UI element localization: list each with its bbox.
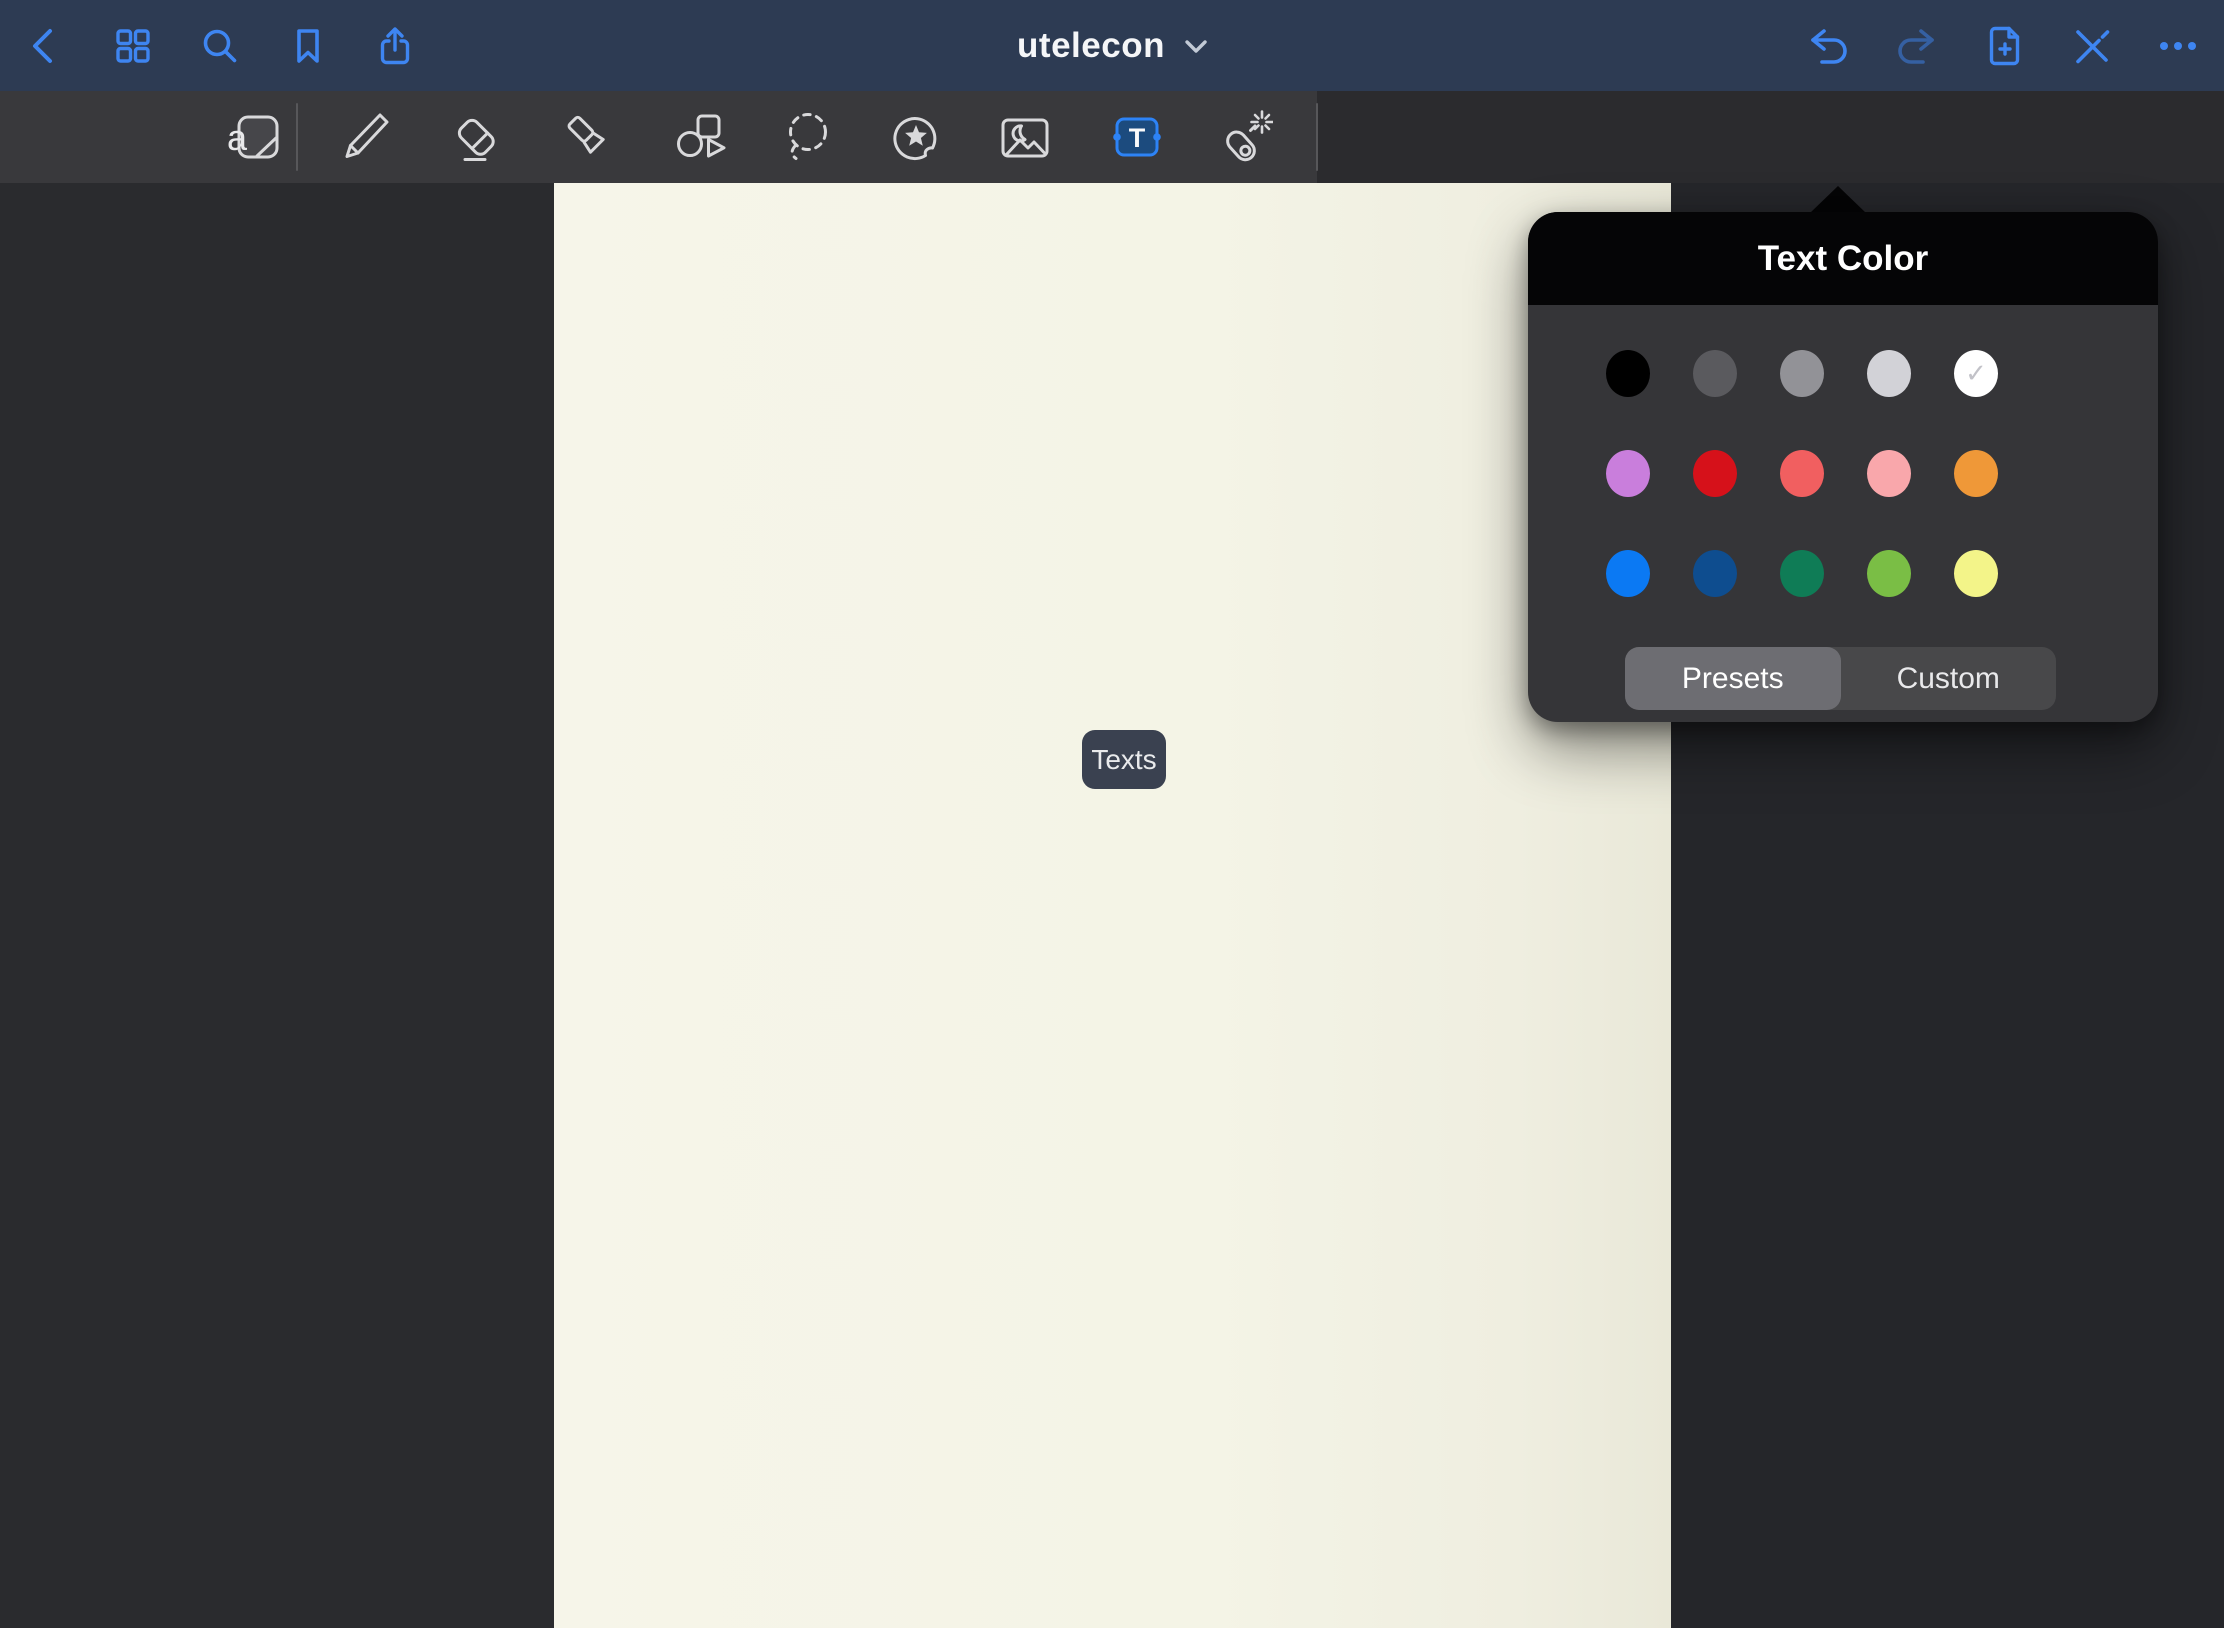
document-title-button[interactable]: utelecon	[1017, 0, 1209, 91]
back-button[interactable]	[10, 0, 80, 91]
text-tool-active-icon: T	[1108, 109, 1166, 165]
tool-highlighter[interactable]	[548, 91, 628, 183]
share-icon	[373, 24, 417, 68]
image-icon	[997, 109, 1053, 165]
tab-custom-label: Custom	[1897, 662, 2000, 696]
selected-check-icon: ✓	[1965, 358, 1987, 389]
swatch-coral[interactable]	[1780, 450, 1824, 497]
add-page-icon	[1982, 23, 2028, 69]
search-icon	[198, 24, 242, 68]
shapes-icon	[671, 109, 727, 165]
zoom-window-icon: a	[225, 109, 281, 165]
tab-custom[interactable]: Custom	[1841, 647, 2057, 710]
sticker-star-icon	[888, 109, 944, 165]
document-title: utelecon	[1017, 26, 1165, 66]
swatch-gray[interactable]	[1780, 350, 1824, 397]
note-page[interactable]	[554, 183, 1671, 1628]
tool-pen[interactable]	[325, 91, 405, 183]
swatch-red[interactable]	[1693, 450, 1737, 497]
redo-icon	[1893, 22, 1941, 70]
color-swatch-grid: ✓	[1606, 350, 1998, 597]
redo-button[interactable]	[1882, 0, 1952, 91]
pencil-slash-icon	[2069, 23, 2115, 69]
pen-icon	[337, 109, 393, 165]
highlighter-icon	[560, 109, 616, 165]
eraser-icon	[449, 109, 505, 165]
swatch-black[interactable]	[1606, 350, 1650, 397]
toolbar-divider	[1316, 103, 1318, 171]
tool-image[interactable]	[985, 91, 1065, 183]
tool-zoom-window[interactable]: a	[213, 91, 293, 183]
swatch-light-green[interactable]	[1867, 550, 1911, 597]
swatch-orange[interactable]	[1954, 450, 1998, 497]
undo-button[interactable]	[1793, 0, 1863, 91]
swatch-white[interactable]: ✓	[1954, 350, 1998, 397]
toolbar-divider	[296, 103, 298, 171]
swatch-pink[interactable]	[1867, 450, 1911, 497]
tool-eraser[interactable]	[437, 91, 517, 183]
swatch-dark-blue[interactable]	[1693, 550, 1737, 597]
swatch-light-gray[interactable]	[1867, 350, 1911, 397]
tab-presets[interactable]: Presets	[1625, 647, 1841, 710]
thumbnails-grid-icon	[111, 24, 155, 68]
app-screen: utelecon a	[0, 0, 2224, 1628]
svg-text:T: T	[1129, 123, 1146, 153]
laser-pointer-icon	[1217, 109, 1273, 165]
back-chevron-icon	[23, 24, 67, 68]
swatch-dark-gray[interactable]	[1693, 350, 1737, 397]
tool-shapes[interactable]	[659, 91, 739, 183]
bookmark-button[interactable]	[273, 0, 343, 91]
add-page-button[interactable]	[1970, 0, 2040, 91]
popup-title: Text Color	[1758, 239, 1928, 279]
texts-tooltip: Texts	[1082, 730, 1166, 789]
bookmark-icon	[286, 24, 330, 68]
top-nav-bar: utelecon	[0, 0, 2224, 91]
presets-custom-segmented-control: Presets Custom	[1625, 647, 2056, 710]
read-only-button[interactable]	[2057, 0, 2127, 91]
tool-lasso[interactable]	[768, 91, 848, 183]
swatch-orchid[interactable]	[1606, 450, 1650, 497]
ellipsis-icon	[2155, 23, 2201, 69]
popup-arrow	[1810, 186, 1866, 213]
more-button[interactable]	[2143, 0, 2213, 91]
swatch-pale-yellow[interactable]	[1954, 550, 1998, 597]
text-format-zone	[1317, 91, 2224, 183]
title-chevron-down-icon	[1183, 37, 1209, 55]
undo-icon	[1804, 22, 1852, 70]
tool-laser-pointer[interactable]	[1205, 91, 1285, 183]
thumbnails-button[interactable]	[98, 0, 168, 91]
tab-presets-label: Presets	[1682, 662, 1784, 696]
tool-elements[interactable]	[876, 91, 956, 183]
search-button[interactable]	[185, 0, 255, 91]
svg-text:a: a	[227, 117, 248, 158]
swatch-green[interactable]	[1780, 550, 1824, 597]
swatch-blue[interactable]	[1606, 550, 1650, 597]
text-color-popup: Text Color ✓ Presets Custom	[1528, 212, 2158, 722]
canvas-background-left	[0, 183, 554, 1628]
tool-bar: a T	[0, 91, 2224, 183]
share-button[interactable]	[360, 0, 430, 91]
popup-header: Text Color	[1528, 212, 2158, 305]
lasso-icon	[780, 109, 836, 165]
texts-tooltip-label: Texts	[1091, 744, 1156, 776]
tool-text[interactable]: T	[1097, 91, 1177, 183]
